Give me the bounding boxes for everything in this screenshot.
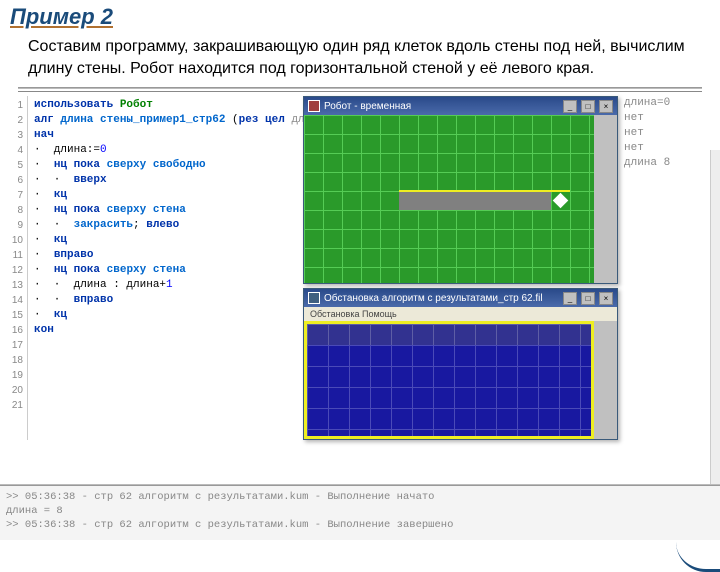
scrollbar[interactable] <box>710 150 720 484</box>
divider <box>18 91 702 92</box>
annotation-line: нет <box>624 141 720 156</box>
code-line[interactable]: · кц <box>34 308 299 323</box>
console-line: >> 05:36:38 - стр 62 алгоритм с результа… <box>6 490 714 504</box>
line-number: 5 <box>0 158 27 173</box>
app-icon <box>308 100 320 112</box>
line-number: 19 <box>0 368 27 383</box>
code-line[interactable]: · · вверх <box>34 173 299 188</box>
line-number: 21 <box>0 398 27 413</box>
code-line[interactable]: · · вправо <box>34 293 299 308</box>
code-line[interactable]: · · закрасить; влево <box>34 218 299 233</box>
robot-window: Робот - временная _ □ × <box>303 96 618 284</box>
workspace: 123456789101112131415161718192021 исполь… <box>0 96 720 440</box>
code-line[interactable]: · нц пока сверху стена <box>34 203 299 218</box>
code-line[interactable]: использовать Робот <box>34 98 299 113</box>
code-line[interactable]: · вправо <box>34 248 299 263</box>
line-number: 1 <box>0 98 27 113</box>
code-line[interactable]: · · длина : длина+1 <box>34 278 299 293</box>
close-button[interactable]: × <box>599 100 613 113</box>
window-title: Робот - временная <box>324 101 411 112</box>
environment-window-titlebar[interactable]: Обстановка алгоритм с результатами_стр 6… <box>304 289 617 307</box>
environment-grid <box>304 321 594 439</box>
environment-window: Обстановка алгоритм с результатами_стр 6… <box>303 288 618 440</box>
code-line[interactable]: алг длина стены_пример1_стр62 (рез цел д… <box>34 113 299 128</box>
line-number: 4 <box>0 143 27 158</box>
line-number: 7 <box>0 188 27 203</box>
line-number: 11 <box>0 248 27 263</box>
page-description: Составим программу, закрашивающую один р… <box>0 30 720 87</box>
code-line[interactable]: · кц <box>34 188 299 203</box>
line-number: 12 <box>0 263 27 278</box>
highlight-row <box>307 324 591 345</box>
runtime-annotations: длина=0нетнетнетдлина 8 <box>620 96 720 440</box>
code-line[interactable]: · кц <box>34 233 299 248</box>
output-console[interactable]: >> 05:36:38 - стр 62 алгоритм с результа… <box>0 486 720 540</box>
code-line[interactable]: кон <box>34 323 299 338</box>
app-icon <box>308 292 320 304</box>
code-line[interactable]: · нц пока сверху стена <box>34 263 299 278</box>
annotation-line: нет <box>624 126 720 141</box>
minimize-button[interactable]: _ <box>563 100 577 113</box>
line-number: 14 <box>0 293 27 308</box>
code-line[interactable]: нач <box>34 128 299 143</box>
menu-bar[interactable]: Обстановка Помощь <box>304 307 617 321</box>
console-line: длина = 8 <box>6 504 714 518</box>
line-number: 13 <box>0 278 27 293</box>
divider <box>18 87 702 89</box>
line-number: 18 <box>0 353 27 368</box>
painted-cells <box>399 191 551 210</box>
robot-window-titlebar[interactable]: Робот - временная _ □ × <box>304 97 617 115</box>
robot-field-canvas[interactable] <box>304 115 594 283</box>
annotation-line: нет <box>624 111 720 126</box>
maximize-button[interactable]: □ <box>581 100 595 113</box>
line-number: 6 <box>0 173 27 188</box>
minimize-button[interactable]: _ <box>563 292 577 305</box>
code-line[interactable]: · нц пока сверху свободно <box>34 158 299 173</box>
line-number: 20 <box>0 383 27 398</box>
wall-segment <box>399 190 570 192</box>
code-editor[interactable]: использовать Роботалг длина стены_пример… <box>28 96 303 440</box>
line-number: 15 <box>0 308 27 323</box>
environment-canvas[interactable] <box>304 321 594 439</box>
close-button[interactable]: × <box>599 292 613 305</box>
line-number: 16 <box>0 323 27 338</box>
line-number: 9 <box>0 218 27 233</box>
annotation-line: длина=0 <box>624 96 720 111</box>
line-number: 3 <box>0 128 27 143</box>
console-line: >> 05:36:38 - стр 62 алгоритм с результа… <box>6 518 714 532</box>
line-number: 8 <box>0 203 27 218</box>
page-title: Пример 2 <box>10 4 710 30</box>
line-number-gutter: 123456789101112131415161718192021 <box>0 96 28 440</box>
annotation-line: длина 8 <box>624 156 720 171</box>
maximize-button[interactable]: □ <box>581 292 595 305</box>
line-number: 10 <box>0 233 27 248</box>
window-title: Обстановка алгоритм с результатами_стр 6… <box>324 293 543 304</box>
line-number: 17 <box>0 338 27 353</box>
code-line[interactable]: · длина:=0 <box>34 143 299 158</box>
line-number: 2 <box>0 113 27 128</box>
